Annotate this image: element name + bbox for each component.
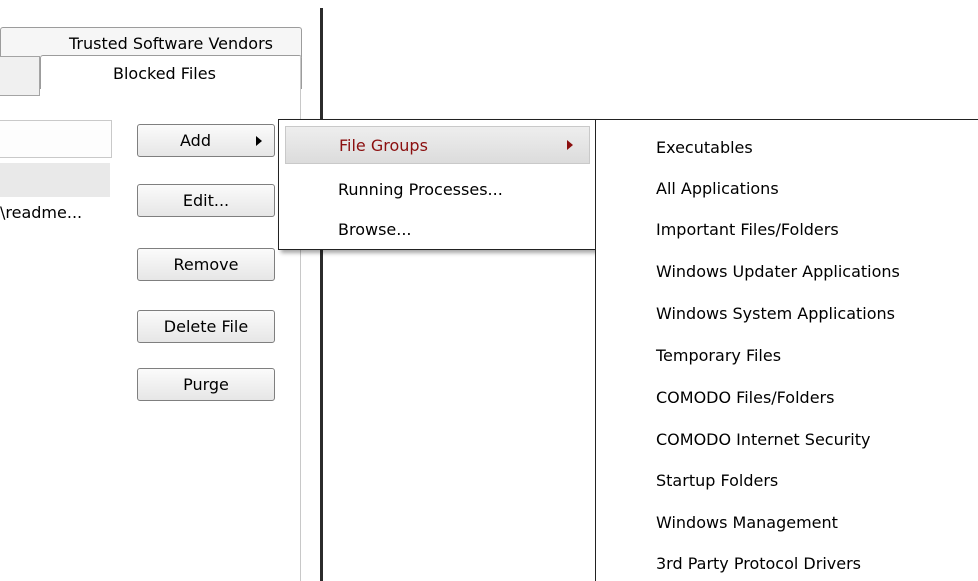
- submenu-item-windows-management[interactable]: Windows Management: [656, 513, 838, 537]
- add-button-label: Add: [180, 131, 211, 150]
- tab-stub[interactable]: [0, 56, 40, 96]
- submenu-arrow-icon: [256, 136, 262, 146]
- submenu-item-3rd-party-protocol-drivers[interactable]: 3rd Party Protocol Drivers: [656, 554, 861, 578]
- menu-item-label: File Groups: [339, 135, 428, 155]
- remove-button-label: Remove: [173, 255, 239, 274]
- edit-button-label: Edit...: [182, 191, 230, 210]
- purge-button[interactable]: Purge: [137, 368, 275, 401]
- tab-trusted-software-vendors[interactable]: Trusted Software Vendors: [0, 27, 302, 57]
- list-column-header[interactable]: [0, 120, 112, 158]
- menu-item-label: Running Processes...: [338, 179, 503, 199]
- menu-item-running-processes[interactable]: Running Processes...: [279, 170, 596, 208]
- tab-blocked-files[interactable]: Blocked Files: [40, 55, 302, 89]
- submenu-arrow-icon: [567, 140, 573, 150]
- delete-file-button-label: Delete File: [163, 317, 249, 336]
- remove-button[interactable]: Remove: [137, 248, 275, 281]
- tab-label: Blocked Files: [113, 64, 216, 83]
- purge-button-label: Purge: [183, 375, 229, 394]
- submenu-item-all-applications[interactable]: All Applications: [656, 179, 779, 203]
- list-item[interactable]: \readme...: [0, 197, 112, 231]
- submenu-item-executables[interactable]: Executables: [656, 138, 753, 162]
- add-context-menu: File Groups Running Processes... Browse.…: [278, 119, 597, 250]
- menu-item-file-groups[interactable]: File Groups: [285, 126, 590, 164]
- submenu-item-windows-updater-applications[interactable]: Windows Updater Applications: [656, 262, 900, 286]
- list-item-path: \readme...: [0, 203, 83, 222]
- delete-file-button[interactable]: Delete File: [137, 310, 275, 343]
- submenu-item-comodo-internet-security[interactable]: COMODO Internet Security: [656, 430, 870, 454]
- add-button[interactable]: Add: [137, 124, 275, 157]
- list-group-row[interactable]: [0, 163, 110, 197]
- submenu-item-temporary-files[interactable]: Temporary Files: [656, 346, 781, 370]
- file-groups-submenu: Executables All Applications Important F…: [595, 119, 978, 581]
- submenu-item-comodo-files-folders[interactable]: COMODO Files/Folders: [656, 388, 834, 412]
- window-separator: [320, 8, 323, 581]
- tab-label: Trusted Software Vendors: [69, 34, 273, 53]
- edit-button[interactable]: Edit...: [137, 184, 275, 217]
- submenu-item-windows-system-applications[interactable]: Windows System Applications: [656, 304, 895, 328]
- menu-item-label: Browse...: [338, 219, 412, 239]
- menu-item-browse[interactable]: Browse...: [279, 210, 596, 248]
- submenu-item-startup-folders[interactable]: Startup Folders: [656, 471, 778, 495]
- submenu-item-important-files-folders[interactable]: Important Files/Folders: [656, 220, 839, 244]
